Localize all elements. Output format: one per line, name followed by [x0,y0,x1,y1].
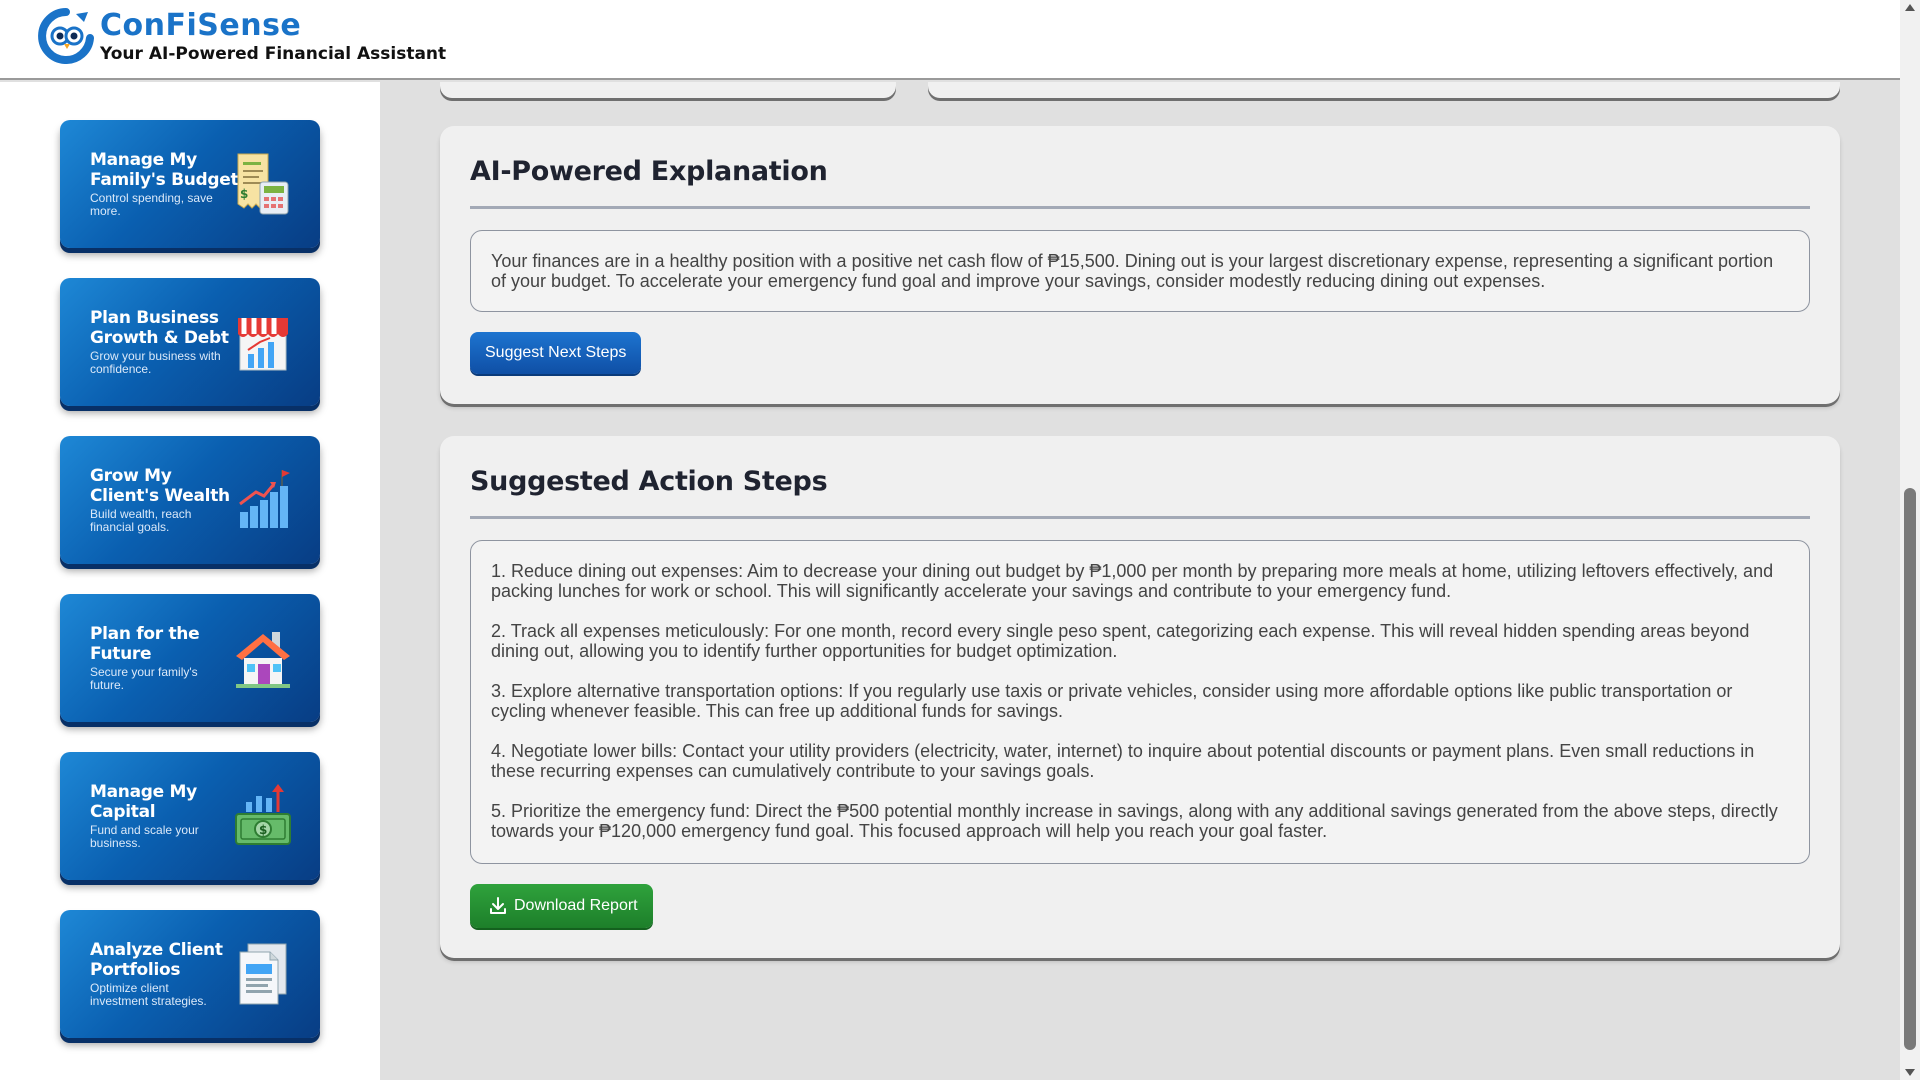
card-subtitle: Secure your family's future. [90,665,198,692]
action-steps-divider [470,516,1810,519]
download-report-label: Download Report [514,897,638,914]
card-title: Manage My Capital [90,782,197,822]
card-subtitle: Optimize client investment strategies. [90,981,207,1008]
explanation-panel: AI-Powered Explanation Your finances are… [440,126,1840,404]
app-header: ConFiSense Your AI-Powered Financial Ass… [0,0,1900,80]
page-scrollbar[interactable] [1900,0,1920,1080]
download-report-button[interactable]: Download Report [470,884,653,928]
card-subtitle: Control spending, save more. [90,191,213,218]
sidebar-card-analyze-portfolios[interactable]: Analyze Client Portfolios Optimize clien… [60,910,320,1038]
sidebar-card-plan-future[interactable]: Plan for the Future Secure your family's… [60,594,320,722]
card-subtitle: Build wealth, reach financial goals. [90,507,192,534]
action-step: 5. Prioritize the emergency fund: Direct… [491,801,1778,841]
money-chart-icon: $ [235,784,291,845]
svg-text:$: $ [259,823,267,837]
card-title: Manage My Family's Budget [90,150,239,190]
action-step: 3. Explore alternative transportation op… [491,681,1733,721]
scroll-up-arrow-icon[interactable] [1905,4,1915,11]
document-report-icon [239,943,287,1005]
explanation-divider [470,206,1810,209]
download-icon [490,897,506,914]
brand-tagline: Your AI-Powered Financial Assistant [100,44,447,64]
action-steps-panel: Suggested Action Steps 1. Reduce dining … [440,436,1840,958]
previous-panel-right [928,82,1840,98]
sidebar-card-client-wealth[interactable]: Grow My Client's Wealth Build wealth, re… [60,436,320,564]
owl-logo-icon[interactable] [38,8,94,64]
storefront-growth-icon [238,318,288,371]
card-title: Analyze Client Portfolios [90,940,223,980]
action-steps-title: Suggested Action Steps [470,466,828,497]
scrollbar-thumb[interactable] [1904,488,1916,1050]
budget-receipt-calculator-icon: $ [237,153,289,215]
sidebar: Manage My Family's Budget Control spendi… [0,82,380,1080]
explanation-text: Your finances are in a healthy position … [491,251,1774,291]
growth-chart-flag-icon [239,470,290,528]
action-step: 4. Negotiate lower bills: Contact your u… [491,741,1755,781]
house-icon [236,632,290,688]
svg-text:$: $ [240,187,248,201]
sidebar-card-business-growth[interactable]: Plan Business Growth & Debt Grow your bu… [60,278,320,406]
sidebar-card-family-budget[interactable]: Manage My Family's Budget Control spendi… [60,120,320,248]
brand-name[interactable]: ConFiSense [100,8,301,43]
card-subtitle: Grow your business with confidence. [90,349,221,376]
scroll-down-arrow-icon[interactable] [1905,1069,1915,1076]
explanation-textbox: Your finances are in a healthy position … [470,230,1810,312]
action-step: 1. Reduce dining out expenses: Aim to de… [491,561,1774,601]
card-title: Plan Business Growth & Debt [90,308,229,348]
card-subtitle: Fund and scale your business. [90,823,199,850]
action-steps-textbox: 1. Reduce dining out expenses: Aim to de… [470,540,1810,864]
card-title: Grow My Client's Wealth [90,466,230,506]
main-content: AI-Powered Explanation Your finances are… [380,82,1900,1080]
sidebar-card-manage-capital[interactable]: Manage My Capital Fund and scale your bu… [60,752,320,880]
suggest-next-steps-button[interactable]: Suggest Next Steps [470,332,642,374]
explanation-title: AI-Powered Explanation [470,156,828,187]
action-step: 2. Track all expenses meticulously: For … [491,621,1750,661]
card-title: Plan for the Future [90,624,200,664]
previous-panel-left [440,82,896,98]
